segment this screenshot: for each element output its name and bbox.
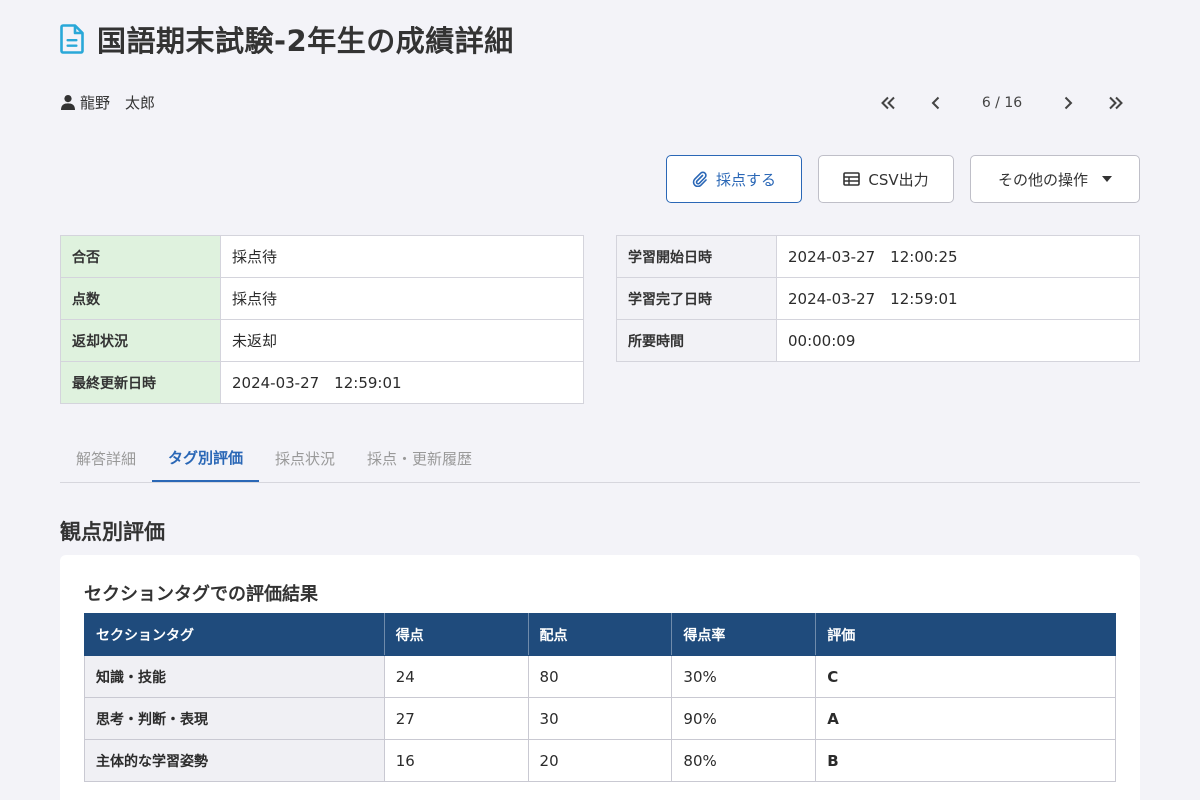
tab-bar: 解答詳細 タグ別評価 採点状況 採点・更新履歴 [60, 434, 1140, 483]
status-table: 合否 採点待 点数 採点待 返却状況 未返却 最終更新日時 2024-03-27 12:59:… [60, 235, 584, 404]
page-title: 国語期末試験-2年生の成績詳細 [97, 24, 514, 58]
double-chevron-right-icon [1109, 96, 1123, 110]
title-row: 国語期末試験-2年生の成績詳細 [60, 20, 514, 58]
section-tag-cell: 知識・技能 [84, 655, 385, 698]
tab-1[interactable]: 解答詳細 [60, 434, 152, 482]
status-label: 最終更新日時 [60, 361, 221, 404]
score-rate-cell: 80% [671, 739, 817, 782]
status-row: 合否 採点待 [60, 235, 584, 278]
double-chevron-left-icon [881, 96, 895, 110]
card-title: セクションタグでの評価結果 [84, 584, 318, 605]
grade-cell: C [815, 655, 1116, 698]
action-buttons: 採点する CSV出力 その他の操作 [666, 155, 1140, 203]
paperclip-icon [692, 171, 708, 187]
caret-down-icon [1102, 176, 1112, 182]
table-row: 思考・判断・表現 27 30 90% A [84, 697, 1116, 740]
status-row: 返却状況 未返却 [60, 319, 584, 362]
status-label: 合否 [60, 235, 221, 278]
column-header: 配点 [527, 613, 673, 656]
status-value: 採点待 [220, 235, 584, 278]
tab-2[interactable]: タグ別評価 [152, 434, 260, 482]
column-header: 評価 [815, 613, 1116, 656]
first-page-button[interactable] [864, 87, 912, 119]
score-cell: 16 [383, 739, 529, 782]
grade-cell: B [815, 739, 1116, 782]
csv-export-label: CSV出力 [868, 170, 929, 189]
status-row: 最終更新日時 2024-03-27 12:59:01 [60, 361, 584, 404]
grade-cell: A [815, 697, 1116, 740]
chevron-right-icon [1064, 96, 1073, 110]
section-title: 観点別評価 [60, 520, 165, 544]
status-row: 点数 採点待 [60, 277, 584, 320]
time-value: 00:00:09 [776, 319, 1140, 362]
status-value: 採点待 [220, 277, 584, 320]
more-actions-dropdown[interactable]: その他の操作 [970, 155, 1140, 203]
max-score-cell: 20 [527, 739, 673, 782]
time-row: 所要時間 00:00:09 [616, 319, 1140, 362]
grade-button-label: 採点する [715, 170, 776, 189]
status-label: 点数 [60, 277, 221, 320]
score-rate-cell: 30% [671, 655, 817, 698]
score-rate-cell: 90% [671, 697, 817, 740]
next-page-button[interactable] [1044, 87, 1092, 119]
document-icon [60, 22, 86, 56]
table-icon [843, 172, 861, 186]
table-row: 知識・技能 24 80 30% C [84, 655, 1116, 698]
time-row: 学習完了日時 2024-03-27 12:59:01 [616, 277, 1140, 320]
grade-button[interactable]: 採点する [666, 155, 802, 203]
evaluation-table: セクションタグ 得点 配点 得点率 評価 知識・技能 24 80 30% C 思考・判断・表現 27… [84, 613, 1116, 782]
student-info: 龍野 太郎 [60, 91, 155, 113]
page-indicator: 6 / 16 [981, 95, 1023, 111]
prev-page-button[interactable] [912, 87, 960, 119]
more-actions-label: その他の操作 [997, 170, 1088, 189]
column-header: 得点率 [671, 613, 817, 656]
status-label: 返却状況 [60, 319, 221, 362]
status-value: 未返却 [220, 319, 584, 362]
time-label: 学習開始日時 [616, 235, 777, 278]
chevron-left-icon [931, 96, 940, 110]
column-header: 得点 [383, 613, 529, 656]
section-tag-cell: 思考・判断・表現 [84, 697, 385, 740]
pagination: 6 / 16 [864, 87, 1140, 119]
time-row: 学習開始日時 2024-03-27 12:00:25 [616, 235, 1140, 278]
max-score-cell: 30 [527, 697, 673, 740]
time-label: 学習完了日時 [616, 277, 777, 320]
tab-4[interactable]: 採点・更新履歴 [351, 434, 488, 482]
status-value: 2024-03-27 12:59:01 [220, 361, 584, 404]
time-value: 2024-03-27 12:00:25 [776, 235, 1140, 278]
time-label: 所要時間 [616, 319, 777, 362]
table-row: 主体的な学習姿勢 16 20 80% B [84, 739, 1116, 782]
score-cell: 24 [383, 655, 529, 698]
score-cell: 27 [383, 697, 529, 740]
max-score-cell: 80 [527, 655, 673, 698]
evaluation-card: セクションタグでの評価結果 セクションタグ 得点 配点 得点率 評価 知識・技能 24 80… [60, 555, 1140, 800]
last-page-button[interactable] [1092, 87, 1140, 119]
csv-export-button[interactable]: CSV出力 [818, 155, 954, 203]
section-tag-cell: 主体的な学習姿勢 [84, 739, 385, 782]
time-value: 2024-03-27 12:59:01 [776, 277, 1140, 320]
time-table: 学習開始日時 2024-03-27 12:00:25 学習完了日時 2024-03-2… [616, 235, 1140, 362]
user-icon [60, 94, 76, 110]
tab-3[interactable]: 採点状況 [259, 434, 351, 482]
grade-detail-page: 国語期末試験-2年生の成績詳細 龍野 太郎 6 / 16 採点する CSV出力 … [0, 0, 1200, 800]
column-header: セクションタグ [84, 613, 385, 656]
student-name: 龍野 太郎 [80, 93, 156, 112]
